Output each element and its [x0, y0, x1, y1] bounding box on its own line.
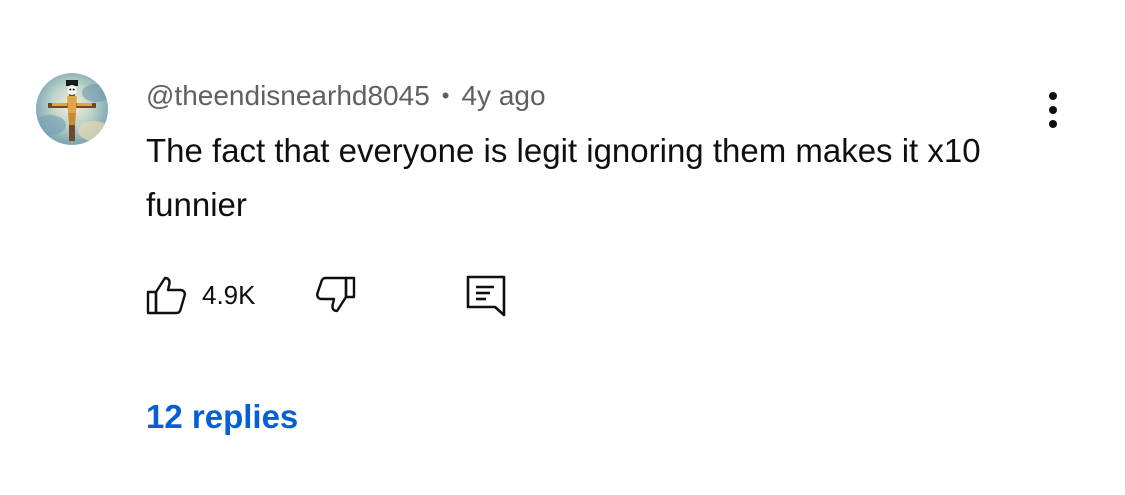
- like-button[interactable]: 4.9K: [144, 270, 256, 320]
- comment-timestamp[interactable]: 4y ago: [461, 80, 545, 112]
- comment-header: @theendisnearhd8045 • 4y ago: [146, 78, 546, 114]
- view-replies-link[interactable]: 12 replies: [146, 398, 298, 436]
- author-handle[interactable]: @theendisnearhd8045: [146, 80, 430, 112]
- comment-text: The fact that everyone is legit ignoring…: [146, 132, 981, 223]
- avatar[interactable]: [36, 73, 108, 145]
- thumbs-up-icon: [146, 276, 187, 315]
- thumbs-down-icon: [315, 276, 356, 313]
- comment-thread: @theendisnearhd8045 • 4y ago The fact th…: [0, 0, 1125, 495]
- like-count: 4.9K: [202, 279, 256, 310]
- reply-comment-icon: [466, 275, 506, 317]
- dislike-button[interactable]: [314, 270, 358, 320]
- more-vertical-icon: [1049, 92, 1057, 128]
- crucifix-avatar-image: [36, 73, 108, 145]
- header-separator: •: [441, 83, 450, 108]
- reply-button[interactable]: [464, 270, 508, 320]
